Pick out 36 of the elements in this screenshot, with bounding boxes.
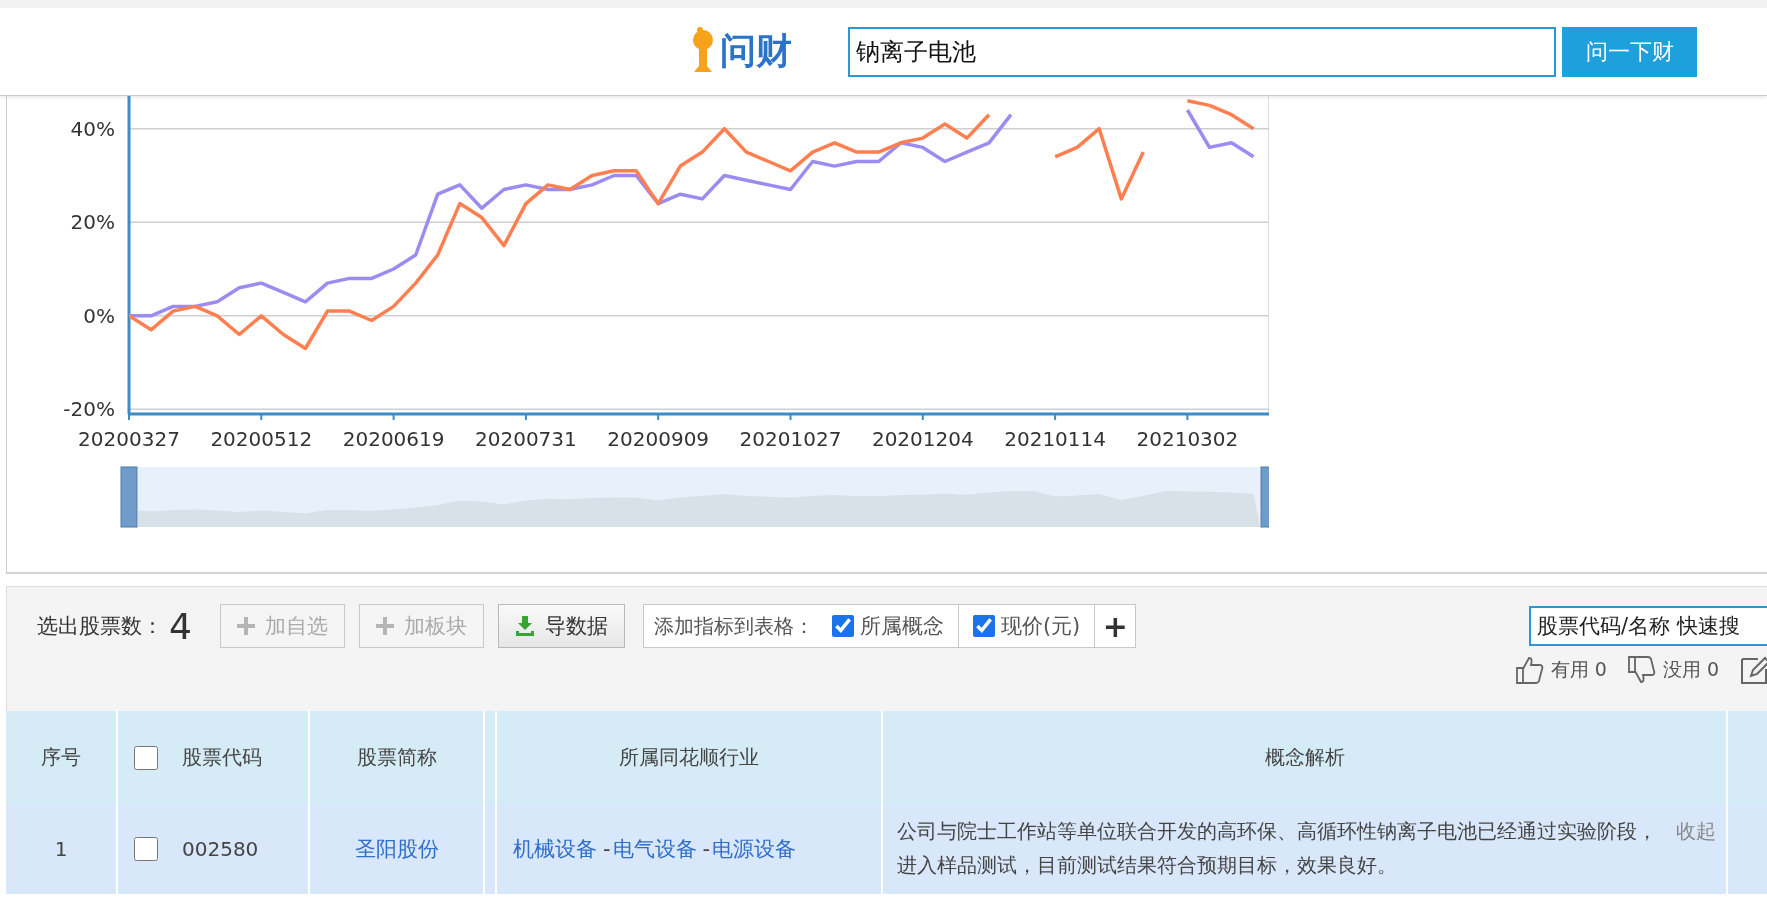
- concept-text: 公司与院士工作站等单位联合开发的高环保、高循环性钠离子电池已经通过实验阶段，进入样品测试，目前测试结果符合预期目标，效果良好。: [897, 818, 1658, 879]
- column-header: 股票代码: [182, 744, 262, 771]
- y-tick-label: 20%: [70, 210, 115, 235]
- search-field[interactable]: 钠离子电池: [848, 26, 1556, 77]
- feedback-label: 没用 0: [1662, 657, 1719, 682]
- x-tick-label: 20210302: [1136, 427, 1239, 451]
- table-cell: 1: [6, 804, 118, 894]
- separator-text: -: [603, 837, 611, 861]
- search-button[interactable]: 问一下财: [1562, 26, 1697, 77]
- y-tick-label: 40%: [70, 116, 115, 141]
- industry-link[interactable]: 电气设备: [612, 835, 697, 863]
- x-tick-label: 20201027: [739, 427, 842, 451]
- x-tick-label: 20200619: [342, 427, 445, 451]
- indicator-label: 添加指标到表格：: [652, 612, 815, 640]
- x-tick-label: 20201204: [871, 427, 974, 451]
- separator-text: -: [702, 837, 711, 861]
- indicator-name: 现价(元): [1000, 613, 1081, 640]
- industry-link[interactable]: 机械设备: [513, 835, 597, 863]
- x-tick-label: 20200909: [607, 427, 710, 451]
- x-tick-label: 20200731: [475, 427, 577, 451]
- y-tick-label: 0%: [83, 303, 115, 328]
- x-tick-label: 20200327: [78, 427, 180, 451]
- x-tick-label: 20200512: [210, 427, 313, 451]
- feedback-label: 有用 0: [1550, 657, 1607, 682]
- logo-text: 问财: [720, 29, 792, 73]
- quick-search-field[interactable]: 股票代码/名称 快速搜: [1529, 606, 1767, 646]
- y-tick-label: -20%: [63, 397, 115, 422]
- table-cell: 002580: [182, 837, 259, 861]
- indicator-name: 所属概念: [859, 613, 944, 640]
- collapse-link[interactable]: 收起: [1676, 814, 1716, 848]
- toolbar-button[interactable]: 导数据: [497, 604, 625, 648]
- stock-name-link[interactable]: 圣阳股份: [354, 835, 439, 863]
- result-count-label: 选出股票数：: [37, 613, 163, 640]
- result-count: 4: [169, 605, 192, 647]
- industry-link[interactable]: 电源设备: [712, 835, 797, 863]
- x-tick-label: 20210114: [1004, 427, 1106, 451]
